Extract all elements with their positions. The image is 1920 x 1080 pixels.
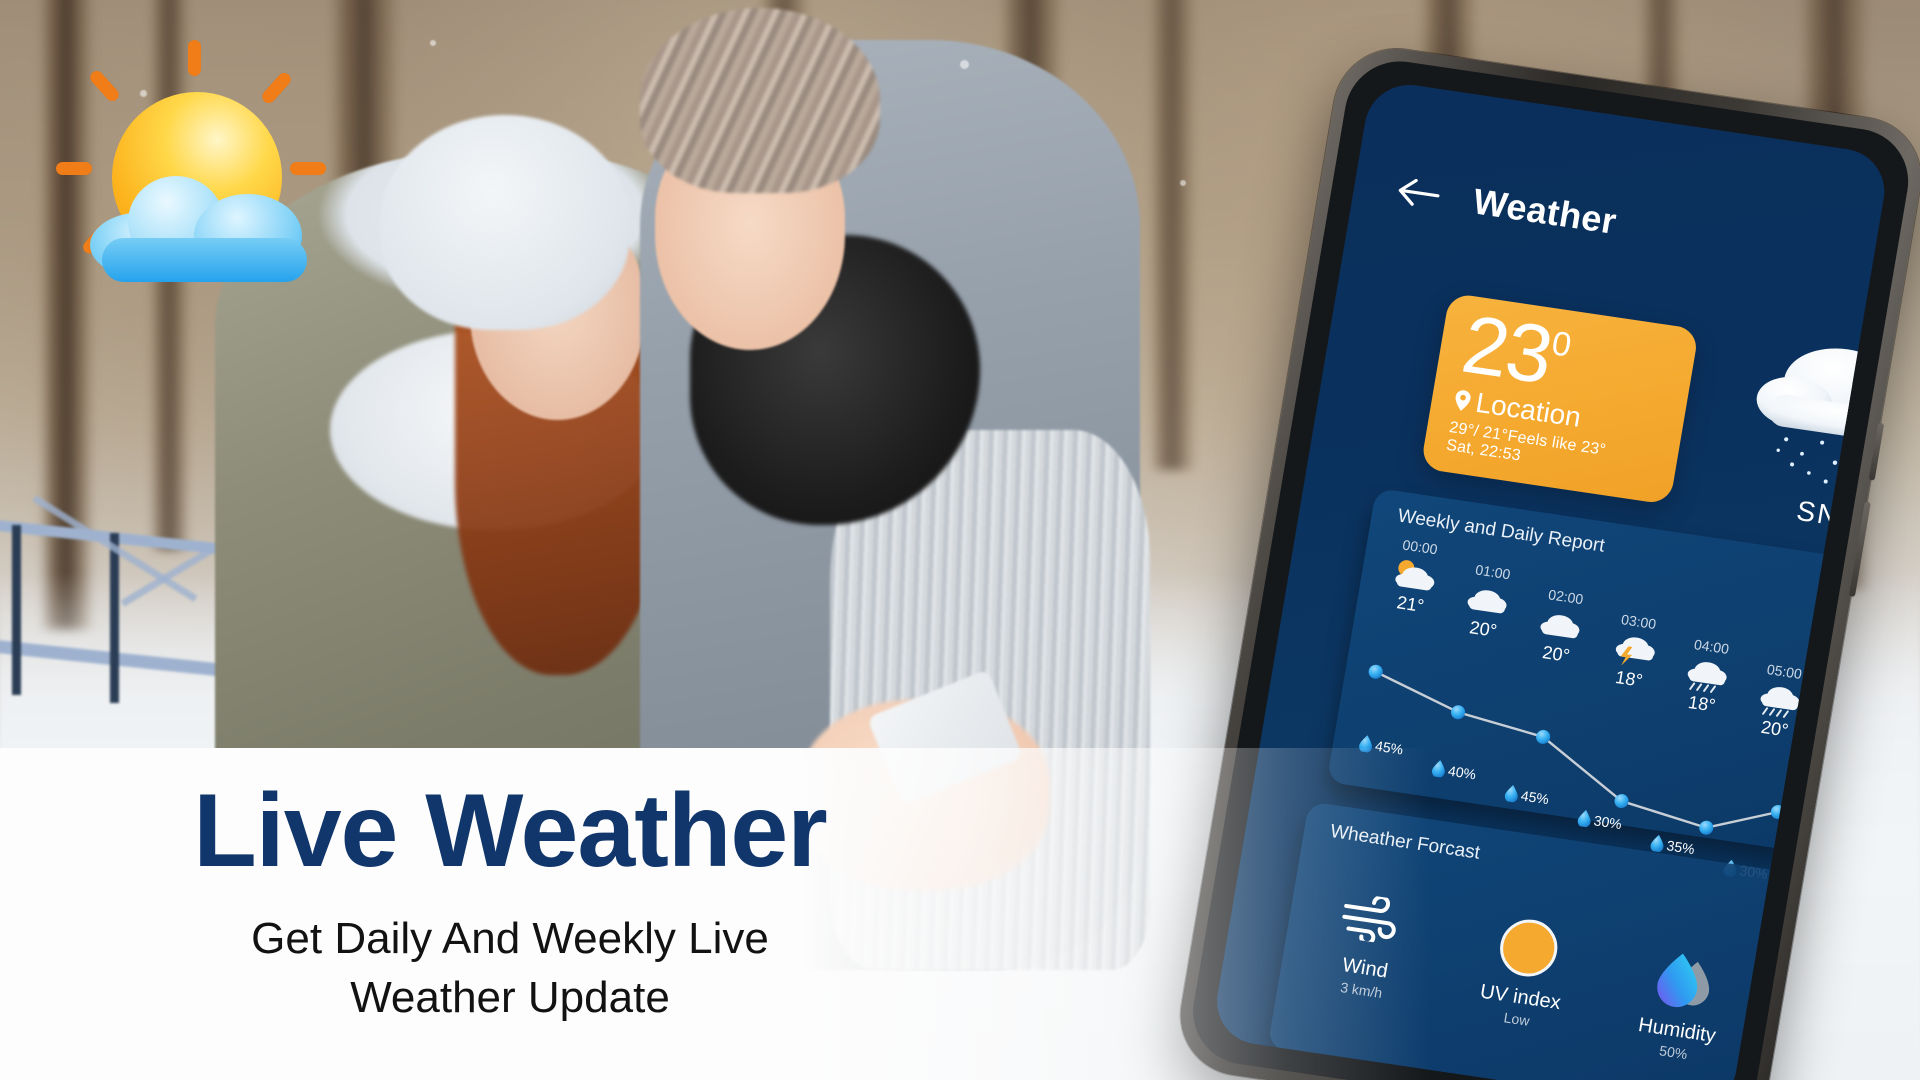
promo-subline-line2: Weather Update <box>350 972 670 1022</box>
temperature-value: 23 <box>1456 298 1558 402</box>
forecast-item-humidity[interactable]: Humidity 50% <box>1598 940 1765 1071</box>
chart-point <box>1699 820 1714 835</box>
person-right-beanie <box>640 8 880 193</box>
back-arrow-icon[interactable] <box>1394 175 1443 211</box>
humidity-icon <box>1606 940 1765 1023</box>
precipitation-value: 30% <box>1592 811 1624 832</box>
chart-point <box>1368 664 1383 679</box>
promo-headline: Live Weather <box>193 773 827 889</box>
hour-column[interactable]: 01:00 20° <box>1445 559 1531 646</box>
app-bar: Weather <box>1392 162 1839 282</box>
precipitation-value: 45% <box>1519 786 1551 807</box>
promo-subline: Get Daily And Weekly Live Weather Update <box>0 910 1020 1027</box>
water-drop-icon <box>1431 760 1445 778</box>
water-drop-icon <box>1650 834 1664 853</box>
sun-behind-cloud-icon <box>56 40 326 282</box>
precipitation-value: 40% <box>1446 762 1478 782</box>
water-drop-icon <box>1504 785 1518 803</box>
hour-column[interactable]: 00:00 21° <box>1372 534 1458 621</box>
water-drop-icon <box>1577 809 1591 828</box>
sun-icon <box>1449 907 1608 990</box>
location-pin-icon <box>1455 389 1471 411</box>
precipitation-value: 35% <box>1665 836 1696 857</box>
current-temperature-card[interactable]: 23 0 Location 29°/ 21°Feels like 23° Sat… <box>1420 292 1700 505</box>
cloud-icon <box>90 168 315 282</box>
page-title: Weather <box>1470 180 1620 242</box>
promo-subline-line1: Get Daily And Weekly Live <box>251 914 769 963</box>
hour-column[interactable]: 03:00 18° <box>1591 608 1677 695</box>
chart-point <box>1451 705 1466 720</box>
person-left-beanie <box>380 115 630 330</box>
hour-column[interactable]: 02:00 20° <box>1518 583 1604 670</box>
chart-point <box>1770 805 1785 819</box>
forecast-item-uv-index[interactable]: UV index Low <box>1441 907 1608 1038</box>
